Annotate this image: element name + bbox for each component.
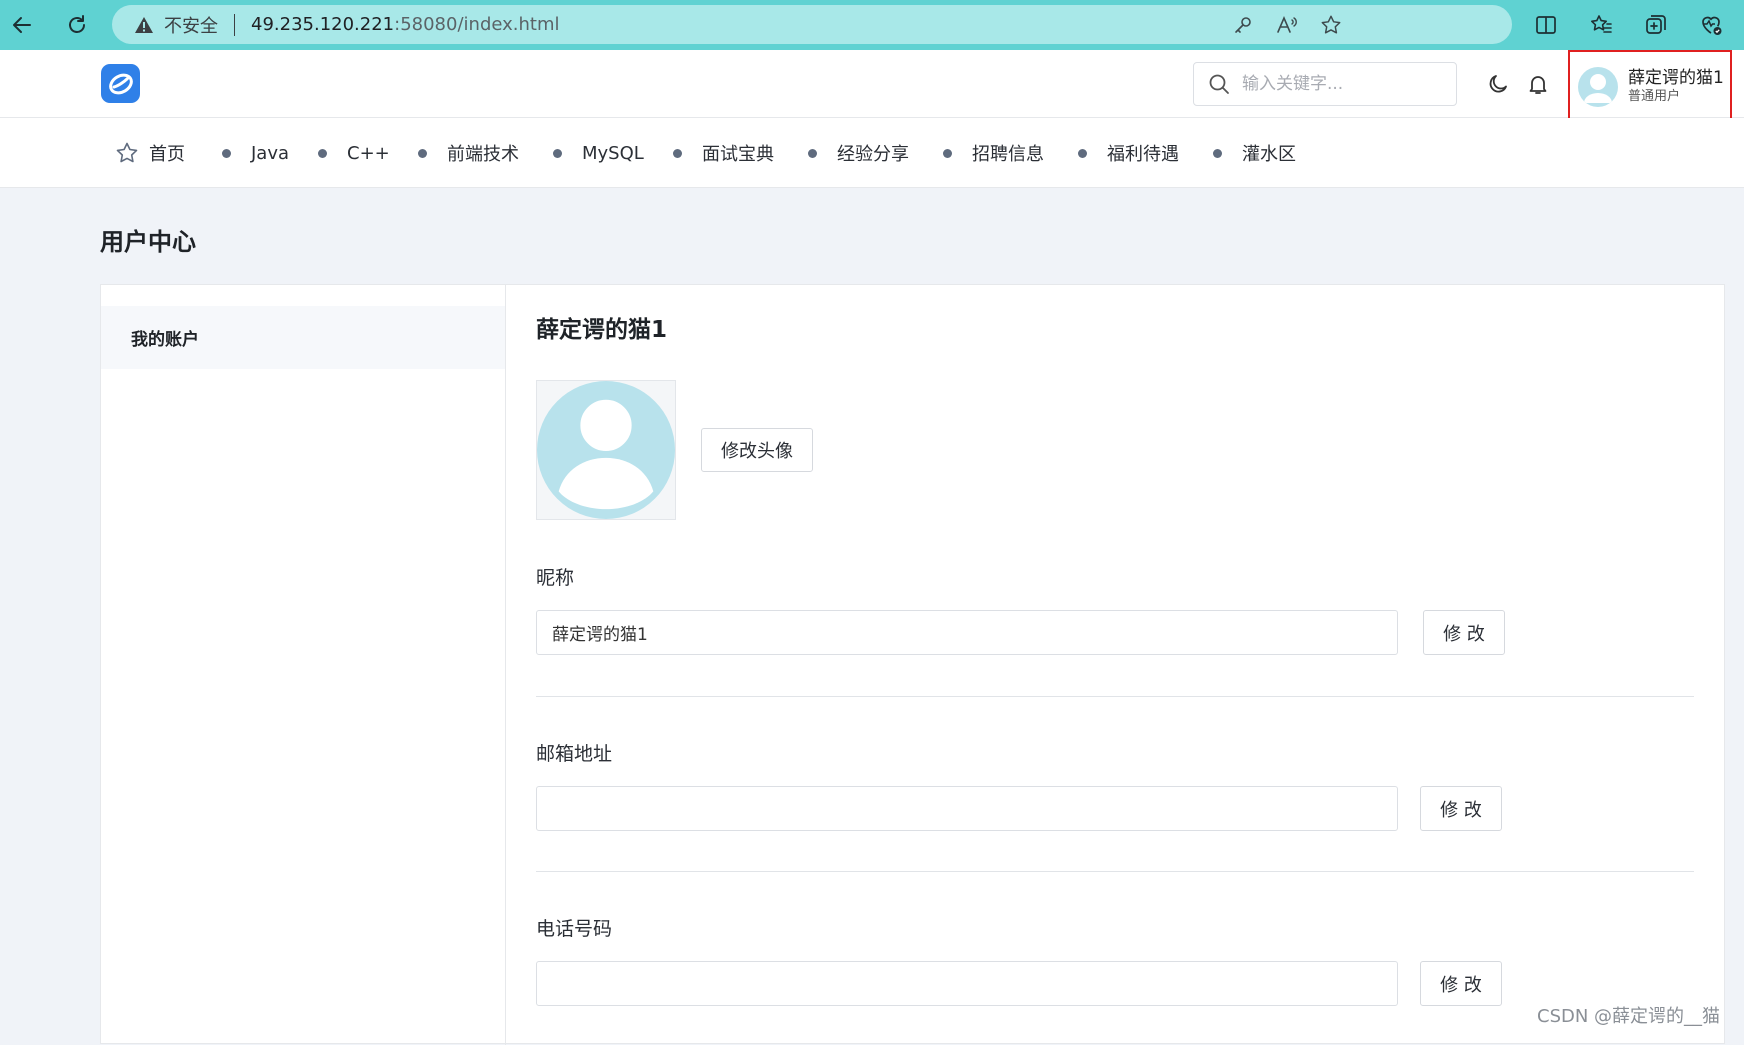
nav-item-label: 福利待遇 [1107, 144, 1179, 165]
favorite-star-icon[interactable] [1318, 12, 1344, 38]
bullet-icon [553, 148, 562, 158]
section-divider [536, 871, 1694, 872]
bullet-icon [1078, 148, 1087, 158]
url-host: 49.235.120.221 [251, 14, 395, 35]
insecure-label: 不安全 [164, 15, 218, 37]
bullet-icon [673, 148, 682, 158]
bullet-icon [808, 148, 817, 158]
star-icon [115, 141, 139, 165]
nav-item-benefits[interactable]: 福利待遇 [1078, 118, 1179, 188]
nav-item-experience[interactable]: 经验分享 [808, 118, 909, 188]
bullet-icon [1213, 148, 1222, 158]
bullet-icon [418, 148, 427, 158]
reload-icon[interactable] [60, 8, 94, 42]
nav-item-label: Java [251, 142, 290, 164]
edit-phone-button[interactable]: 修 改 [1420, 961, 1502, 1006]
phone-field[interactable] [536, 961, 1398, 1006]
url-path: :58080/index.html [394, 14, 560, 35]
side-menu: 我的账户 [101, 285, 506, 1045]
email-field[interactable] [536, 786, 1398, 831]
user-avatar-icon [537, 381, 675, 519]
account-content: 薛定谔的猫1 修改头像 昵称 薛定谔的猫1 修 改 邮箱地址 修 改 电话号码 [506, 285, 1726, 1045]
user-role: 普通用户 [1628, 89, 1681, 104]
user-center-panel: 我的账户 薛定谔的猫1 修改头像 昵称 薛定谔的猫1 修 改 邮箱地址 修 改 … [100, 284, 1726, 1045]
nickname-field[interactable]: 薛定谔的猫1 [536, 610, 1398, 655]
nav-item-jobs[interactable]: 招聘信息 [943, 118, 1044, 188]
nav-item-label: 面试宝典 [702, 144, 774, 165]
nav-item-label: 灌水区 [1242, 144, 1296, 165]
user-name: 薛定谔的猫1 [1628, 68, 1724, 88]
bullet-icon [222, 148, 231, 158]
avatar-large [536, 380, 676, 520]
edit-email-button[interactable]: 修 改 [1420, 786, 1502, 831]
email-label: 邮箱地址 [536, 743, 613, 765]
nickname-label: 昵称 [536, 567, 575, 589]
nav-item-mysql[interactable]: MySQL [553, 118, 644, 188]
browser-health-icon[interactable] [1696, 10, 1726, 40]
warning-triangle-icon [134, 16, 154, 34]
collections-icon[interactable] [1641, 10, 1671, 40]
nav-item-label: 前端技术 [447, 144, 519, 165]
nav-item-forum[interactable]: 灌水区 [1213, 118, 1296, 188]
nav-item-label: C++ [347, 142, 390, 164]
edit-nickname-button[interactable]: 修 改 [1423, 610, 1505, 655]
search-box[interactable] [1193, 62, 1457, 106]
key-icon[interactable] [1230, 12, 1256, 38]
favorites-list-icon[interactable] [1586, 10, 1616, 40]
bullet-icon [943, 148, 952, 158]
bullet-icon [318, 148, 327, 158]
dark-mode-moon-icon[interactable] [1484, 70, 1512, 98]
browser-toolbar: 不安全 49.235.120.221:58080/index.html [0, 0, 1744, 50]
csdn-watermark: CSDN @薛定谔的__猫 [1537, 1006, 1721, 1027]
main-nav: 首页 Java C++ 前端技术 MySQL 面试宝典 经验分享 招聘信息 福利… [0, 118, 1744, 188]
avatar [1578, 67, 1618, 107]
change-avatar-button[interactable]: 修改头像 [701, 428, 813, 472]
nav-item-label: 招聘信息 [972, 144, 1044, 165]
nav-item-frontend[interactable]: 前端技术 [418, 118, 519, 188]
nickname-value: 薛定谔的猫1 [552, 625, 648, 645]
address-bar[interactable]: 不安全 49.235.120.221:58080/index.html [112, 5, 1512, 44]
page-title: 用户中心 [100, 228, 196, 256]
side-menu-item-my-account[interactable]: 我的账户 [101, 306, 505, 369]
notification-bell-icon[interactable] [1524, 70, 1552, 98]
site-header: 薛定谔的猫1 普通用户 [0, 50, 1744, 124]
user-heading: 薛定谔的猫1 [536, 317, 668, 343]
back-arrow-icon[interactable] [5, 8, 39, 42]
user-profile-highlight[interactable]: 薛定谔的猫1 普通用户 [1568, 50, 1732, 124]
read-aloud-icon[interactable] [1274, 12, 1300, 38]
site-logo-icon[interactable] [101, 64, 140, 103]
nav-item-label: 首页 [149, 144, 185, 165]
address-separator [234, 13, 235, 36]
phone-label: 电话号码 [536, 918, 613, 940]
nav-item-home[interactable]: 首页 [115, 118, 185, 188]
search-input[interactable] [1242, 74, 1442, 94]
nav-item-label: MySQL [582, 142, 644, 164]
nav-item-interview[interactable]: 面试宝典 [673, 118, 774, 188]
nav-item-label: 经验分享 [837, 144, 909, 165]
split-screen-icon[interactable] [1531, 10, 1561, 40]
search-icon [1208, 73, 1230, 95]
section-divider [536, 696, 1694, 697]
nav-item-java[interactable]: Java [222, 118, 289, 188]
nav-item-cpp[interactable]: C++ [318, 118, 390, 188]
